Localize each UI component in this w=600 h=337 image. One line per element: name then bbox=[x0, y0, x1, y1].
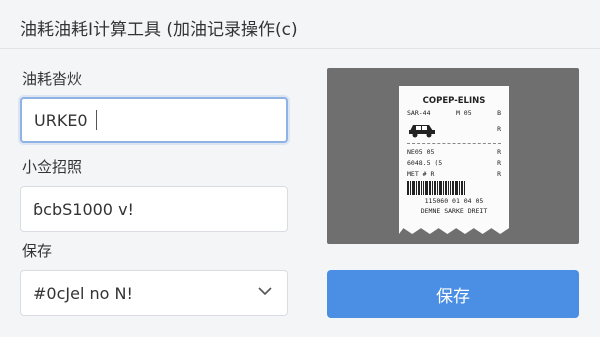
receipt-text: B bbox=[497, 109, 501, 117]
car-icon bbox=[409, 125, 435, 138]
receipt-text: M 05 bbox=[455, 109, 472, 117]
page-title: 油耗油耗I计算工具 (加油记录操作(c) bbox=[20, 20, 298, 40]
receipt-title: COPEP-ELINS bbox=[422, 96, 486, 106]
save-button[interactable]: 保存 bbox=[327, 270, 579, 318]
receipt-row: MET # R R bbox=[407, 170, 501, 178]
receipt-text: 6048.5 (5 bbox=[407, 159, 443, 167]
field1-input[interactable]: URKE0 bbox=[20, 97, 288, 143]
chevron-down-icon bbox=[258, 287, 272, 296]
receipt-row: R bbox=[407, 120, 501, 138]
text-caret bbox=[95, 110, 97, 130]
receipt-text: NE05 05 bbox=[407, 148, 435, 156]
receipt-row: 6048.5 (5 R bbox=[407, 159, 501, 167]
barcode-icon bbox=[407, 181, 501, 195]
field3-value: #0cJel no N! bbox=[33, 283, 133, 303]
header-divider bbox=[0, 48, 600, 49]
field3-label: 保存 bbox=[22, 242, 53, 260]
field1-value: URKE0 bbox=[34, 110, 88, 130]
receipt-paper: COPEP-ELINS SAR-44 M 05 B R NE05 05 R 60… bbox=[399, 86, 509, 234]
receipt-text: MET # R bbox=[407, 170, 435, 178]
field3-select[interactable]: #0cJel no N! bbox=[20, 270, 288, 316]
receipt-text: SAR-44 bbox=[407, 109, 431, 117]
receipt-image-preview[interactable]: COPEP-ELINS SAR-44 M 05 B R NE05 05 R 60… bbox=[327, 68, 579, 244]
receipt-divider bbox=[407, 143, 501, 144]
receipt-barcode-number: 115060 01 04 05 bbox=[424, 197, 484, 205]
receipt-footer: DEMNE SARKE DREIT bbox=[420, 207, 488, 215]
field2-input[interactable]: ɓcbS1000 v! bbox=[20, 186, 288, 232]
field2-value: ɓcbS1000 v! bbox=[33, 199, 134, 219]
receipt-text: R bbox=[497, 148, 501, 156]
receipt-row: NE05 05 R bbox=[407, 148, 501, 156]
receipt-row: SAR-44 M 05 B bbox=[407, 109, 501, 117]
field1-label: 油耗沓炏 bbox=[22, 70, 83, 88]
receipt-text: R bbox=[497, 159, 501, 167]
receipt-text: R bbox=[497, 170, 501, 178]
receipt-text: R bbox=[497, 125, 501, 133]
field2-label: 小佥招照 bbox=[22, 158, 83, 176]
